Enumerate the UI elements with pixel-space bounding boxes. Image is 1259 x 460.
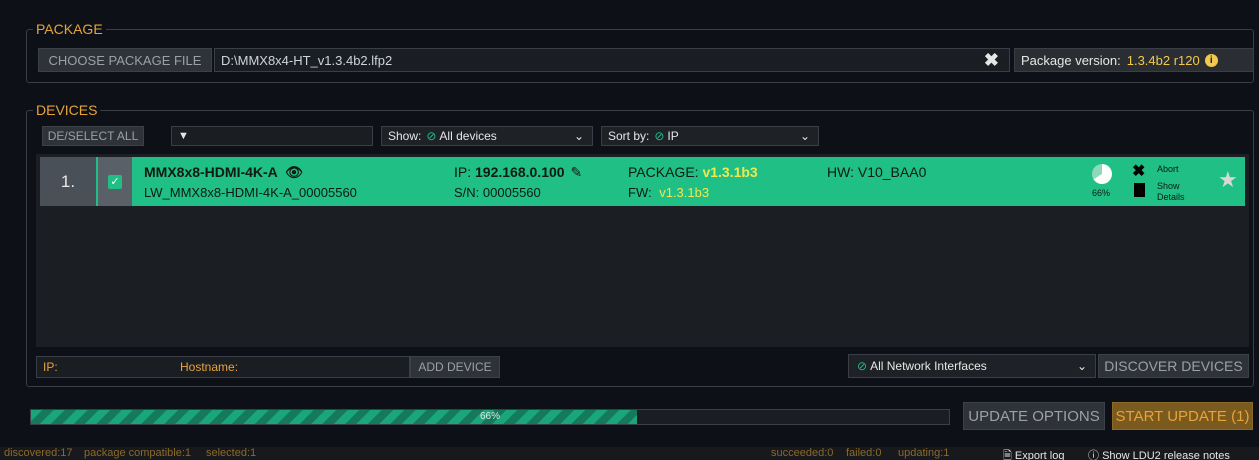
show-label: Show: <box>388 129 422 143</box>
show-filter-select[interactable]: Show: ⊘ All devices ⌄ <box>381 126 593 146</box>
info-icon[interactable]: i <box>1204 53 1218 67</box>
update-progress-text: 66% <box>479 411 500 422</box>
status-failed: failed:0 <box>846 447 882 459</box>
abort-icon[interactable]: ✖ <box>1132 161 1145 181</box>
status-selected: selected:1 <box>206 447 257 459</box>
device-progress-pct: 66% <box>1092 188 1111 198</box>
start-update-button[interactable]: START UPDATE (1) <box>1112 402 1253 430</box>
devices-legend: DEVICES <box>33 102 101 118</box>
show-label[interactable]: Show <box>1157 181 1180 191</box>
update-progress-bar: 66% <box>30 409 950 425</box>
release-notes-label: Show LDU2 release notes <box>1102 450 1230 460</box>
sort-label: Sort by: <box>608 129 650 143</box>
check-circle-icon: ⊘ <box>857 359 868 373</box>
status-compatible: package compatible:1 <box>84 447 192 459</box>
chevron-down-icon: ⌄ <box>1076 359 1087 373</box>
package-value: v1.3.1b3 <box>702 164 758 180</box>
device-fw: FW: v1.3.1b3 <box>628 185 709 200</box>
device-package: PACKAGE: v1.3.1b3 <box>628 164 758 180</box>
network-interfaces-value: All Network Interfaces <box>870 359 987 373</box>
clear-icon[interactable]: ✖ <box>984 50 999 71</box>
package-version-box: Package version: 1.3.4b2 r120 i <box>1014 48 1254 72</box>
status-updating: updating:1 <box>898 447 950 459</box>
hw-value: V10_BAA0 <box>857 164 927 180</box>
abort-label[interactable]: Abort <box>1157 164 1179 174</box>
chevron-down-icon: ⌄ <box>573 129 584 143</box>
sort-value: IP <box>667 129 679 143</box>
ip-input-label: IP: <box>43 360 58 374</box>
check-circle-icon: ⊘ <box>654 129 665 143</box>
network-interfaces-select[interactable]: ⊘ All Network Interfaces ⌄ <box>848 354 1096 378</box>
package-legend: PACKAGE <box>33 21 106 37</box>
export-log-link[interactable]: 🗎 Export log <box>1003 447 1064 460</box>
package-file-path: D:\MMX8x4-HT_v1.3.4b2.lfp2 <box>221 52 393 68</box>
check-circle-icon: ⊘ <box>426 129 437 143</box>
device-index: 1. <box>40 157 96 206</box>
details-label[interactable]: Details <box>1157 192 1185 202</box>
package-version-label: Package version: <box>1021 52 1121 68</box>
package-label: PACKAGE: <box>628 164 699 180</box>
update-options-button[interactable]: UPDATE OPTIONS <box>963 402 1105 430</box>
status-succeeded: succeeded:0 <box>771 447 834 459</box>
chevron-down-icon: ⌄ <box>799 129 810 143</box>
choose-package-file-button[interactable]: CHOOSE PACKAGE FILE <box>38 48 212 72</box>
export-log-label: Export log <box>1014 450 1065 460</box>
progress-pie-icon <box>1092 164 1112 184</box>
star-icon[interactable]: ★ <box>1218 167 1238 193</box>
eye-icon[interactable]: 👁 <box>285 164 303 180</box>
edit-icon[interactable]: ✎ <box>570 164 582 180</box>
hostname-input-label: Hostname: <box>180 360 239 374</box>
device-serial: S/N: 00005560 <box>454 185 541 200</box>
device-row[interactable]: 1. ✓ MMX8x8-HDMI-4K-A 👁 LW_MMX8x8-HDMI-4… <box>40 157 1245 206</box>
device-name-text: MMX8x8-HDMI-4K-A <box>144 164 278 180</box>
status-discovered: discovered:17 <box>4 447 73 459</box>
device-hw: HW: V10_BAA0 <box>827 164 926 180</box>
sn-value: 00005560 <box>482 185 541 200</box>
package-version-value: 1.3.4b2 r120 <box>1126 52 1200 68</box>
hw-label: HW: <box>827 164 854 180</box>
filter-input[interactable]: ▼ <box>171 126 373 146</box>
device-checkbox[interactable]: ✓ <box>98 157 132 206</box>
ip-value: 192.168.0.100 <box>475 164 565 180</box>
ip-input[interactable]: IP: Hostname: <box>36 356 410 378</box>
info-icon: ⓘ <box>1088 450 1099 460</box>
show-value: All devices <box>439 129 497 143</box>
document-icon[interactable] <box>1134 183 1145 197</box>
package-file-path-field[interactable]: D:\MMX8x4-HT_v1.3.4b2.lfp2 ✖ <box>214 48 1010 72</box>
add-device-button[interactable]: ADD DEVICE <box>410 356 500 378</box>
fw-label: FW: <box>628 185 652 200</box>
device-name: MMX8x8-HDMI-4K-A 👁 <box>144 164 303 181</box>
fw-value: v1.3.1b3 <box>659 185 710 200</box>
discover-devices-button[interactable]: DISCOVER DEVICES <box>1098 354 1249 378</box>
document-icon: 🗎 <box>1003 450 1012 460</box>
sort-by-select[interactable]: Sort by: ⊘ IP ⌄ <box>601 126 819 146</box>
sn-label: S/N: <box>454 185 480 200</box>
device-ip: IP: 192.168.0.100 ✎ <box>454 164 582 181</box>
ip-label: IP: <box>454 164 472 180</box>
device-hostname: LW_MMX8x8-HDMI-4K-A_00005560 <box>144 185 357 200</box>
status-bar: discovered:17 package compatible:1 selec… <box>0 447 1259 460</box>
release-notes-link[interactable]: ⓘ Show LDU2 release notes <box>1088 447 1230 460</box>
deselect-all-button[interactable]: DE/SELECT ALL <box>42 126 144 146</box>
filter-icon: ▼ <box>178 130 189 142</box>
checkbox-checked-icon: ✓ <box>108 174 122 189</box>
